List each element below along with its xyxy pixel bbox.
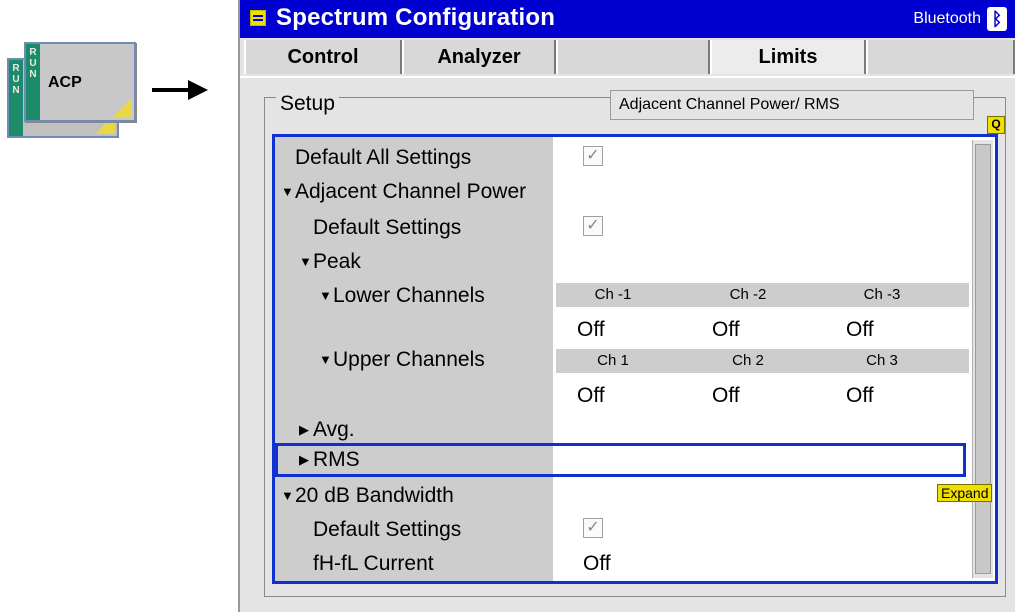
softkey-label: ACP bbox=[48, 74, 82, 91]
checkbox-icon[interactable]: ✓ bbox=[583, 146, 603, 166]
list-item[interactable]: ▶ Avg. bbox=[275, 413, 969, 447]
column-header: Ch 2 bbox=[732, 352, 764, 369]
triangle-down-icon: ▼ bbox=[281, 488, 294, 504]
column-header: Ch -1 bbox=[594, 286, 632, 303]
column-header: Ch -3 bbox=[863, 286, 901, 303]
standard-label: Bluetooth bbox=[913, 10, 981, 27]
row-label: Default All Settings bbox=[295, 146, 472, 169]
upper-ch-1-value[interactable]: Off bbox=[577, 379, 605, 413]
tab-empty[interactable] bbox=[556, 40, 710, 74]
title-bar: Spectrum Configuration Bluetooth ᛒ bbox=[240, 0, 1015, 38]
tab-empty-2[interactable] bbox=[866, 40, 1015, 74]
row-label: ▼Lower Channels bbox=[319, 279, 485, 313]
row-label-text: 20 dB Bandwidth bbox=[295, 484, 454, 507]
lower-ch-2-value[interactable]: Off bbox=[712, 313, 740, 347]
run-letter: R bbox=[12, 63, 20, 74]
list-item[interactable]: Default Settings ✓ bbox=[275, 211, 969, 245]
row-label-text: Avg. bbox=[313, 418, 355, 441]
selection-highlight bbox=[275, 443, 966, 477]
row-label: ▼Upper Channels bbox=[319, 343, 485, 377]
mode-display: Adjacent Channel Power/ RMS bbox=[610, 90, 974, 120]
bluetooth-icon: ᛒ bbox=[987, 7, 1007, 31]
lower-ch-1-value[interactable]: Off bbox=[577, 313, 605, 347]
list-item[interactable]: Default Settings ✓ bbox=[275, 513, 969, 547]
settings-list: Default All Settings ✓ ▼Adjacent Channel… bbox=[272, 134, 998, 584]
list-item[interactable]: ▼20 dB Bandwidth bbox=[275, 479, 969, 513]
run-letter: N bbox=[12, 85, 20, 96]
tab-bar: Control Analyzer Limits bbox=[240, 38, 1015, 78]
run-letter: R bbox=[29, 47, 37, 58]
triangle-down-icon: ▼ bbox=[299, 254, 312, 270]
row-label-text: Lower Channels bbox=[333, 284, 485, 307]
triangle-down-icon: ▼ bbox=[281, 184, 294, 200]
row-label: ▼Adjacent Channel Power bbox=[281, 175, 526, 209]
row-label: ▼20 dB Bandwidth bbox=[281, 479, 454, 513]
arrow-right-icon bbox=[152, 80, 208, 100]
acp-softkey[interactable]: R U N ACP bbox=[24, 42, 136, 122]
expand-badge[interactable]: Expand bbox=[937, 484, 993, 502]
row-label: ▼Peak bbox=[299, 245, 361, 279]
tab-analyzer[interactable]: Analyzer bbox=[402, 40, 556, 74]
spectrum-configuration-window: Spectrum Configuration Bluetooth ᛒ Contr… bbox=[238, 0, 1015, 612]
scrollbar[interactable] bbox=[972, 140, 993, 578]
fh-fl-value[interactable]: Off bbox=[583, 547, 611, 581]
scrollbar-thumb[interactable] bbox=[975, 144, 991, 574]
list-item[interactable]: fH-fL Current Off bbox=[275, 547, 969, 581]
row-label-text: Peak bbox=[313, 250, 361, 273]
checkbox-icon[interactable]: ✓ bbox=[583, 216, 603, 236]
upper-channel-header: Ch 1 Ch 2 Ch 3 bbox=[556, 349, 969, 373]
row-label: Default Settings bbox=[313, 518, 462, 541]
row-label-text: Adjacent Channel Power bbox=[295, 180, 527, 203]
list-item[interactable]: Default All Settings ✓ bbox=[275, 141, 969, 175]
upper-ch-3-value[interactable]: Off bbox=[846, 379, 874, 413]
q-icon[interactable]: Q bbox=[987, 116, 1005, 134]
upper-ch-2-value[interactable]: Off bbox=[712, 379, 740, 413]
row-label: Default Settings bbox=[313, 216, 462, 239]
list-item[interactable]: ▼Adjacent Channel Power bbox=[275, 175, 969, 209]
softkey-corner bbox=[112, 98, 132, 118]
lower-ch-3-value[interactable]: Off bbox=[846, 313, 874, 347]
column-header: Ch 3 bbox=[866, 352, 898, 369]
lower-channel-header: Ch -1 Ch -2 Ch -3 bbox=[556, 283, 969, 307]
list-item[interactable]: ▼Peak bbox=[275, 245, 969, 279]
menu-icon[interactable] bbox=[250, 10, 266, 26]
run-letter: U bbox=[29, 58, 37, 69]
triangle-down-icon: ▼ bbox=[319, 288, 332, 304]
tab-limits[interactable]: Limits bbox=[710, 40, 866, 74]
triangle-down-icon: ▼ bbox=[319, 352, 332, 368]
window-title: Spectrum Configuration bbox=[276, 4, 556, 31]
column-header: Ch 1 bbox=[597, 352, 629, 369]
run-letter: N bbox=[29, 69, 37, 80]
run-indicator: R U N bbox=[26, 44, 40, 120]
run-letter: U bbox=[12, 74, 20, 85]
row-label: ▶ Avg. bbox=[299, 413, 355, 447]
tab-control[interactable]: Control bbox=[244, 40, 402, 74]
row-label-text: Upper Channels bbox=[333, 348, 485, 371]
setup-label: Setup bbox=[276, 92, 339, 116]
checkbox-icon[interactable]: ✓ bbox=[583, 518, 603, 538]
column-header: Ch -2 bbox=[729, 286, 767, 303]
row-label: fH-fL Current bbox=[313, 552, 434, 575]
run-indicator: R U N bbox=[9, 60, 23, 136]
